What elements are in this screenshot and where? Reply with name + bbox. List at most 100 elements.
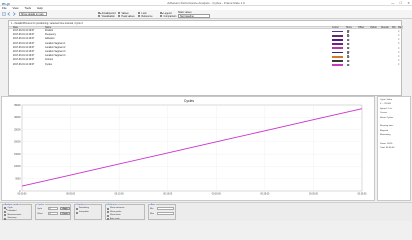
row-name: Cycles	[45, 63, 52, 66]
show-checkbox[interactable]	[347, 42, 351, 47]
axes-group-label: Axes	[150, 203, 156, 206]
row-date: 2017-03-01 14:10:07	[13, 59, 35, 62]
radio-comparison-label: Comparison	[163, 14, 177, 18]
radio-comparison[interactable]	[160, 15, 163, 18]
display-group-label: Display	[76, 203, 85, 206]
reset-button[interactable]: Reset	[60, 212, 70, 215]
row-date: 2017-03-01 14:10:07	[13, 42, 35, 45]
show-checkbox[interactable]	[347, 51, 351, 55]
y-tick-label: 15000	[14, 154, 21, 156]
color-swatch[interactable]	[332, 39, 343, 41]
radio-peak-label: Peak values	[121, 14, 135, 18]
chart-panel: Cycles 0 5000 10000 15000 20000 25000 30000 350…	[1, 96, 375, 201]
row-date: 2017-03-01 14:10:07	[13, 38, 35, 41]
info-line: Speed: 1 s/s	[380, 107, 393, 110]
show-peaks-checkbox[interactable]	[107, 211, 110, 214]
smoothing-label: Smoothing	[79, 207, 89, 210]
static-values-field[interactable]: Net baseline	[178, 14, 210, 18]
show-checkbox[interactable]	[347, 59, 351, 63]
radio-values[interactable]	[118, 11, 121, 15]
y-tick-label: 5000	[15, 179, 21, 181]
x-tick-label: 00:35:00	[358, 194, 368, 196]
reference-group: Reference Show reference Show peaks Show…	[105, 203, 145, 221]
radio-visualisation[interactable]	[98, 15, 101, 18]
analysis-mode-group: Analysis mode Cycle Individual Measureme…	[2, 203, 32, 220]
table-row[interactable]: 2017-03-01 14:10:07 Cycles ×	[9, 63, 403, 67]
remove-icon[interactable]: ×	[398, 55, 400, 58]
row-date: 2017-03-01 14:10:07	[13, 30, 35, 33]
show-checkbox[interactable]	[347, 38, 351, 42]
show-checkbox[interactable]	[347, 63, 351, 68]
dataset-select[interactable]: Show details in map	[19, 11, 47, 16]
offset-input[interactable]: 0	[48, 212, 58, 215]
remove-icon[interactable]: ×	[398, 47, 400, 50]
radio-measurements[interactable]	[4, 214, 7, 217]
minimize-icon[interactable]: —	[391, 1, 394, 5]
axis-min-input[interactable]	[157, 207, 174, 210]
remove-icon[interactable]: ×	[398, 63, 400, 66]
color-swatch[interactable]	[332, 64, 343, 67]
radio-cycle[interactable]	[4, 207, 7, 210]
panel-title: 1 - Details/Pictures for positioning, se…	[11, 21, 83, 25]
radio-summary[interactable]	[4, 217, 7, 220]
radio-peak[interactable]	[118, 15, 121, 18]
x-tick-label: 00:25:00	[260, 194, 270, 196]
opt-cycle: Cycle	[7, 206, 13, 209]
radio-individual[interactable]	[4, 210, 7, 213]
show-checkbox[interactable]	[347, 34, 351, 38]
cycle-label: Cycle	[37, 207, 43, 210]
color-swatch[interactable]	[332, 60, 343, 62]
show-limits-checkbox[interactable]	[107, 214, 110, 217]
close-icon[interactable]: ✕	[407, 1, 410, 5]
display-group: Display Smoothing Interpolate	[74, 203, 102, 220]
color-swatch[interactable]	[332, 34, 343, 37]
radio-legend[interactable]	[160, 11, 163, 15]
color-swatch[interactable]	[332, 47, 343, 50]
row-name: Location Segment 3	[45, 51, 66, 54]
info-line: Total: 00:35:00	[380, 147, 395, 150]
axis-max-input[interactable]	[157, 212, 174, 215]
channel-panel: 1 - Details/Pictures for positioning, se…	[8, 20, 403, 96]
forward-icon[interactable]	[12, 11, 16, 16]
color-swatch[interactable]	[332, 55, 343, 58]
reference-group-label: Reference	[107, 203, 119, 206]
plot-area	[21, 104, 363, 192]
show-reference-checkbox[interactable]	[107, 207, 110, 210]
radio-actual[interactable]	[98, 11, 101, 15]
x-tick-label: 00:05:00	[66, 194, 76, 196]
maximize-icon[interactable]: ☐	[399, 1, 402, 5]
remove-icon[interactable]: ×	[398, 42, 400, 45]
back-icon[interactable]	[7, 11, 11, 16]
show-checkbox[interactable]	[347, 30, 351, 34]
radio-lock[interactable]	[138, 11, 141, 15]
info-line: 0 ... 33 000	[380, 103, 391, 106]
home-icon[interactable]	[2, 11, 6, 16]
color-swatch[interactable]	[332, 51, 343, 54]
cycles-chart[interactable]: 0 5000 10000 15000 20000 25000 30000 35000 00:00…	[2, 97, 376, 202]
cycle-input[interactable]: 0	[48, 207, 58, 210]
row-date: 2017-03-01 14:10:07	[13, 51, 35, 54]
axis-min-label: Min	[150, 207, 154, 210]
remove-icon[interactable]: ×	[398, 34, 400, 37]
y-tick-label: 30000	[14, 117, 21, 119]
interpolate-checkbox[interactable]	[76, 211, 79, 214]
smoothing-checkbox[interactable]	[76, 207, 79, 210]
row-name: Location Segment 1	[45, 42, 66, 45]
row-name: Position	[45, 30, 54, 33]
axis-max-label: Max	[150, 212, 154, 215]
opt-individual: Individual	[7, 210, 17, 213]
remove-icon[interactable]: ×	[398, 38, 400, 41]
row-date: 2017-03-01 14:10:07	[13, 34, 35, 37]
remove-icon[interactable]: ×	[398, 51, 400, 54]
remove-icon[interactable]: ×	[398, 59, 400, 62]
row-name: Contour	[45, 59, 54, 62]
remove-icon[interactable]: ×	[398, 30, 400, 33]
radio-reference[interactable]	[138, 15, 141, 18]
color-swatch[interactable]	[332, 30, 343, 33]
show-checkbox[interactable]	[347, 55, 351, 59]
row-name: Adhesion	[45, 38, 55, 41]
auto-scale-checkbox[interactable]	[107, 218, 110, 221]
apply-button[interactable]: Apply	[60, 207, 70, 210]
show-checkbox[interactable]	[347, 47, 351, 51]
color-swatch[interactable]	[332, 43, 343, 46]
